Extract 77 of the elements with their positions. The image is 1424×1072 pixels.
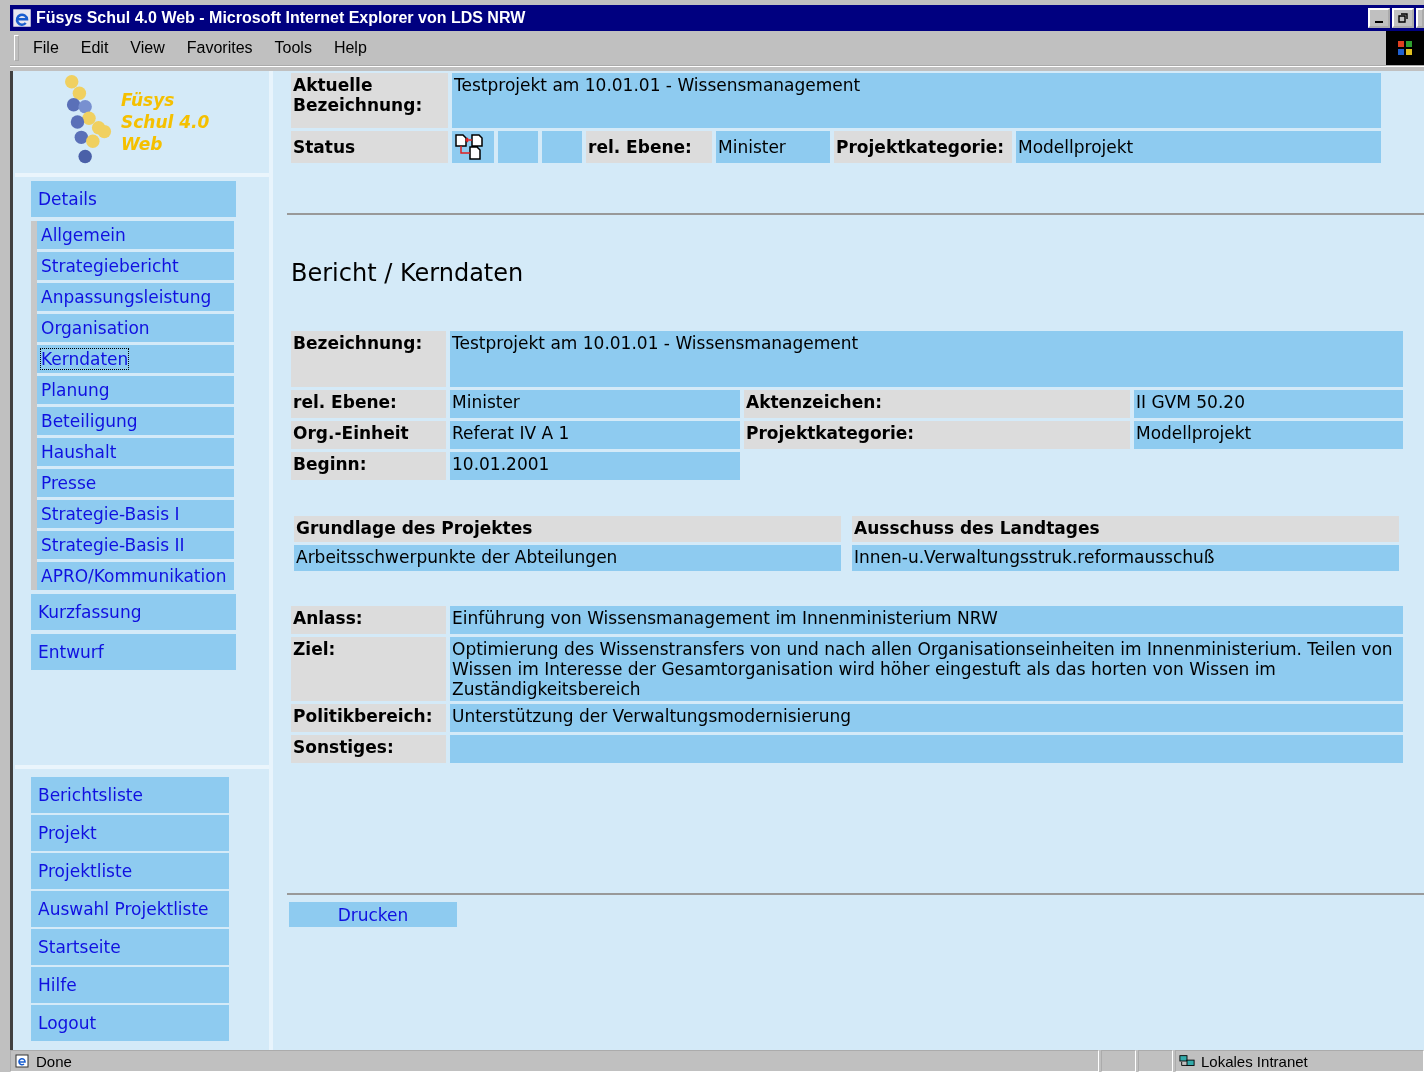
nav-subitem[interactable]: Strategie-Basis I: [37, 500, 234, 528]
field-value: II GVM 50.20: [1134, 390, 1403, 418]
field-label: Aktuelle Bezeichnung:: [291, 73, 448, 128]
field-value: Arbeitsschwerpunkte der Abteilungen: [294, 545, 841, 571]
nav-item[interactable]: Hilfe: [31, 967, 229, 1003]
nav-item[interactable]: Projektliste: [31, 853, 229, 889]
nav-subitem[interactable]: Haushalt: [37, 438, 234, 466]
menu-item[interactable]: Edit: [80, 39, 109, 57]
logo-text: Füsys Schul 4.0 Web: [121, 89, 210, 155]
nav-subitem[interactable]: Allgemein: [37, 221, 234, 249]
nav-item[interactable]: Entwurf: [31, 634, 236, 670]
menu-item[interactable]: View: [130, 39, 165, 57]
field-value: 10.01.2001: [450, 452, 740, 480]
network-icon: [1179, 1054, 1195, 1068]
field-label: Beginn:: [291, 452, 446, 480]
menu-item[interactable]: Help: [333, 39, 367, 57]
nav-item[interactable]: Projekt: [31, 815, 229, 851]
field-label: Projektkategorie:: [744, 421, 1130, 449]
status-cell: [542, 131, 582, 163]
nav-subitem[interactable]: APRO/Kommunikation: [37, 562, 234, 590]
window-title: Füsys Schul 4.0 Web - Microsoft Internet Explorer von LDS NRW: [36, 9, 527, 27]
field-value: Modellprojekt: [1134, 421, 1403, 449]
page-heading: Bericht / Kerndaten: [291, 259, 525, 287]
field-value: Testprojekt am 10.01.01 - Wissensmanagement: [450, 331, 1403, 387]
field-value: Testprojekt am 10.01.01 - Wissensmanagement: [452, 73, 1381, 128]
field-label: Org.-Einheit: [291, 421, 446, 449]
nav-item[interactable]: Details: [31, 181, 236, 217]
field-value: Unterstützung der Verwaltungsmodernisierung: [450, 704, 1403, 732]
menu-item[interactable]: Favorites: [186, 39, 253, 57]
nav-subitem[interactable]: Strategie-Basis II: [37, 531, 234, 559]
section-label: Ausschuss des Landtages: [852, 516, 1399, 542]
browser-icon: [12, 8, 32, 28]
field-label: Aktenzeichen:: [744, 390, 1130, 418]
field-label: Bezeichnung:: [291, 331, 446, 387]
nav-subitem[interactable]: Strategiebericht: [37, 252, 234, 280]
nav-item[interactable]: Kurzfassung: [31, 594, 236, 630]
nav-subitem[interactable]: Organisation: [37, 314, 234, 342]
documents-flow-icon: [454, 134, 484, 160]
nav-subitem[interactable]: Kerndaten: [37, 345, 234, 373]
status-pane: [1138, 1050, 1173, 1072]
field-label: Status: [291, 131, 448, 163]
nav-item[interactable]: Startseite: [31, 929, 229, 965]
print-button[interactable]: Drucken: [289, 902, 457, 927]
minimize-icon: [1375, 21, 1383, 23]
field-label: rel. Ebene:: [291, 390, 446, 418]
field-label: rel. Ebene:: [586, 131, 712, 163]
field-label: Anlass:: [291, 606, 446, 634]
status-pane: [1101, 1050, 1136, 1072]
field-label: Sonstiges:: [291, 735, 446, 763]
field-value: Minister: [450, 390, 740, 418]
status-text: Done: [36, 1052, 72, 1070]
field-value: Einführung von Wissensmanagement im Innenministerium NRW: [450, 606, 1403, 634]
section-label: Grundlage des Projektes: [294, 516, 841, 542]
menu-item[interactable]: Tools: [274, 39, 312, 57]
nav-item[interactable]: Berichtsliste: [31, 777, 229, 813]
field-label: Politikbereich:: [291, 704, 446, 732]
field-value: Optimierung des Wissenstransfers von und nach allen Organisationseinheiten im Innenministerium. Teilen von Wissen im Interesse der Gesamtorganisation wird höher eingestuft als das horten von Wissen im Zuständigkeitsbereich: [450, 637, 1403, 701]
nav-subitem[interactable]: Presse: [37, 469, 234, 497]
menu-item[interactable]: File: [33, 39, 59, 57]
nav-subitem[interactable]: Planung: [37, 376, 234, 404]
status-cell: [498, 131, 538, 163]
zone-text: Lokales Intranet: [1201, 1052, 1308, 1070]
nav-subitem[interactable]: Anpassungsleistung: [37, 283, 234, 311]
nav-subitem[interactable]: Beteiligung: [37, 407, 234, 435]
nav-item[interactable]: Auswahl Projektliste: [31, 891, 229, 927]
page-icon: [14, 1054, 30, 1068]
restore-button[interactable]: [1392, 8, 1414, 28]
field-value: Modellprojekt: [1016, 131, 1381, 163]
field-value: Innen-u.Verwaltungsstruk.reformausschuß: [852, 545, 1399, 571]
field-label: Projektkategorie:: [834, 131, 1012, 163]
nav-item[interactable]: Logout: [31, 1005, 229, 1041]
windows-logo-icon: [1386, 31, 1424, 65]
field-label: Ziel:: [291, 637, 446, 701]
field-value: Referat IV A 1: [450, 421, 740, 449]
restore-icon: [1398, 13, 1408, 23]
field-value: Minister: [716, 131, 830, 163]
minimize-button[interactable]: [1368, 8, 1390, 28]
